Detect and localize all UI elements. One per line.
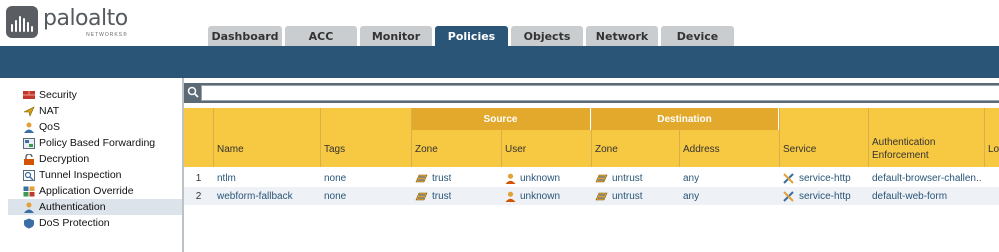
search-input[interactable]: [201, 85, 999, 101]
tab-acc[interactable]: ACC: [285, 26, 357, 46]
rule-name-link[interactable]: webform-fallback: [217, 187, 293, 205]
search-icon[interactable]: [186, 86, 200, 100]
source-zone-cell: trust: [415, 169, 451, 187]
sidebar-item-label: Tunnel Inspection: [39, 169, 122, 181]
filter-bar: [184, 83, 999, 103]
dos-protection-icon: [23, 218, 35, 229]
decryption-policy-icon: [23, 153, 35, 165]
sidebar-item-security[interactable]: Security: [8, 87, 182, 103]
destination-address[interactable]: any: [683, 187, 699, 205]
column-header-log[interactable]: Lo: [988, 139, 999, 159]
tunnel-inspection-icon: [23, 169, 35, 181]
brand-sub: NETWORKS®: [86, 32, 128, 38]
source-zone-cell: trust: [415, 187, 451, 205]
authentication-enforcement[interactable]: default-browser-challen...: [872, 169, 982, 187]
main-tabs: Dashboard ACC Monitor Policies Objects N…: [208, 26, 737, 46]
source-zone[interactable]: trust: [432, 191, 451, 202]
column-header-destination-address[interactable]: Address: [683, 139, 720, 159]
tab-objects[interactable]: Objects: [511, 26, 583, 46]
pbf-policy-icon: [23, 137, 35, 149]
zone-icon: [415, 173, 428, 183]
sidebar-item-policy-based-forwarding[interactable]: Policy Based Forwarding: [8, 135, 182, 151]
column-header-service[interactable]: Service: [783, 139, 816, 159]
group-header-destination: Destination: [591, 108, 779, 130]
zone-icon: [595, 173, 608, 183]
source-user-cell: unknown: [505, 169, 560, 187]
tab-device[interactable]: Device: [661, 26, 734, 46]
destination-address[interactable]: any: [683, 169, 699, 187]
policy-main-panel: Source Destination Name Tags Zone User Z…: [184, 78, 999, 252]
sidebar-item-label: Authentication: [39, 201, 106, 213]
security-policy-icon: [23, 90, 35, 101]
tab-monitor[interactable]: Monitor: [360, 26, 432, 46]
column-header-name[interactable]: Name: [217, 139, 244, 159]
zone-icon: [415, 191, 428, 201]
destination-zone[interactable]: untrust: [612, 173, 643, 184]
sidebar-item-tunnel-inspection[interactable]: Tunnel Inspection: [8, 167, 182, 183]
source-user-cell: unknown: [505, 187, 560, 205]
tab-policies[interactable]: Policies: [435, 26, 508, 46]
source-user[interactable]: unknown: [520, 173, 560, 184]
service-cell: service-http: [783, 187, 851, 205]
column-header-source-user[interactable]: User: [505, 139, 526, 159]
source-user[interactable]: unknown: [520, 191, 560, 202]
rule-tags: none: [324, 172, 347, 184]
user-icon: [505, 173, 516, 184]
tab-dashboard[interactable]: Dashboard: [208, 26, 282, 46]
table-row[interactable]: 1 ntlm none trust unknown untrust any se…: [184, 169, 999, 187]
group-header-source: Source: [411, 108, 591, 130]
service-icon: [783, 190, 795, 202]
service[interactable]: service-http: [799, 173, 851, 184]
zone-icon: [595, 191, 608, 201]
policy-sidebar: Security NAT QoS Policy Based Forwarding: [8, 78, 184, 252]
sidebar-item-label: QoS: [39, 121, 61, 133]
brand-name: paloalto: [43, 6, 128, 31]
sidebar-item-authentication[interactable]: Authentication: [8, 199, 182, 215]
column-header-authentication-enforcement[interactable]: Authentication Enforcement: [872, 135, 972, 163]
app-window: paloalto NETWORKS® Dashboard ACC Monitor…: [0, 0, 999, 252]
paloalto-logo: paloalto NETWORKS®: [6, 6, 156, 44]
source-zone[interactable]: trust: [432, 173, 451, 184]
application-override-icon: [23, 186, 35, 197]
destination-zone[interactable]: untrust: [612, 191, 643, 202]
destination-zone-cell: untrust: [595, 187, 643, 205]
paloalto-logo-mark-icon: [6, 6, 38, 38]
service[interactable]: service-http: [799, 191, 851, 202]
service-icon: [783, 172, 795, 184]
authentication-policy-icon: [23, 202, 35, 213]
row-number: 2: [195, 190, 202, 202]
authentication-enforcement[interactable]: default-web-form: [872, 187, 982, 205]
column-header-destination-zone[interactable]: Zone: [595, 139, 618, 159]
sidebar-item-qos[interactable]: QoS: [8, 119, 182, 135]
column-header-tags[interactable]: Tags: [324, 139, 345, 159]
destination-zone-cell: untrust: [595, 169, 643, 187]
sidebar-item-application-override[interactable]: Application Override: [8, 183, 182, 199]
sidebar-item-decryption[interactable]: Decryption: [8, 151, 182, 167]
table-row[interactable]: 2 webform-fallback none trust unknown un…: [184, 187, 999, 205]
sidebar-item-label: Security: [39, 89, 77, 101]
tab-network[interactable]: Network: [586, 26, 658, 46]
column-header-source-zone[interactable]: Zone: [415, 139, 438, 159]
sidebar-item-label: DoS Protection: [39, 217, 110, 229]
sidebar-item-nat[interactable]: NAT: [8, 103, 182, 119]
service-cell: service-http: [783, 169, 851, 187]
qos-policy-icon: [23, 122, 35, 133]
top-header: paloalto NETWORKS® Dashboard ACC Monitor…: [0, 0, 999, 46]
user-icon: [505, 191, 516, 202]
row-number: 1: [195, 172, 202, 184]
sidebar-item-label: Policy Based Forwarding: [39, 137, 156, 149]
sidebar-item-label: Decryption: [39, 153, 90, 165]
sidebar-item-dos-protection[interactable]: DoS Protection: [8, 215, 182, 231]
nat-policy-icon: [23, 105, 35, 117]
sidebar-item-label: NAT: [39, 105, 60, 117]
rule-name-link[interactable]: ntlm: [217, 169, 236, 187]
rule-tags: none: [324, 190, 347, 202]
sidebar-item-label: Application Override: [39, 185, 134, 197]
context-banner: [0, 46, 999, 78]
